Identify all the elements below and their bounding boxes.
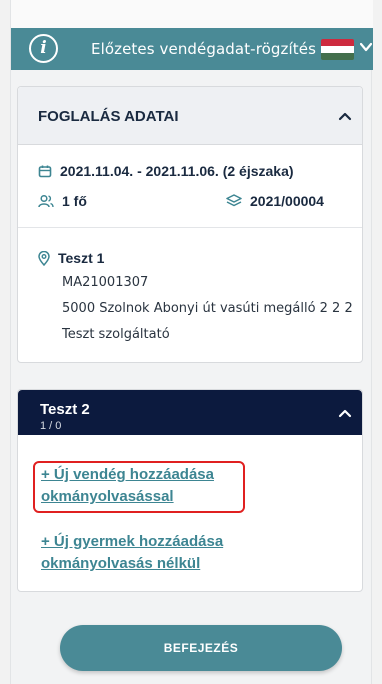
location-pin-icon — [38, 250, 50, 266]
place-address: 5000 Szolnok Abonyi út vasúti megálló 2 … — [62, 301, 353, 316]
add-child-line2: okmányolvasás nélkül — [41, 555, 201, 572]
booking-number-row: 2021/00004 — [226, 193, 324, 209]
booking-dates: 2021.11.04. - 2021.11.06. (2 éjszaka) — [60, 163, 294, 179]
hungarian-flag-icon[interactable] — [321, 39, 354, 60]
place-row: Teszt 1 — [38, 250, 104, 266]
guest-count: 1 fő — [62, 193, 87, 209]
booking-number: 2021/00004 — [250, 193, 324, 209]
info-circle-icon[interactable]: i — [29, 34, 58, 63]
app-header: i Előzetes vendégadat-rögzítés — [11, 28, 373, 70]
room-title: Teszt 2 — [40, 401, 90, 418]
layers-icon — [226, 194, 242, 207]
booking-details-title: FOGLALÁS ADATAI — [38, 108, 179, 125]
add-child-line1: + Új gyermek hozzáadása — [41, 533, 224, 550]
chevron-down-icon[interactable] — [360, 41, 372, 53]
top-strip — [11, 0, 373, 28]
finish-button[interactable]: BEFEJEZÉS — [60, 625, 342, 671]
place-code: MA21001307 — [62, 275, 149, 290]
highlight-box — [33, 461, 245, 513]
guests-row: 1 fő — [38, 193, 87, 209]
chevron-up-icon[interactable] — [338, 408, 352, 418]
place-name: Teszt 1 — [58, 250, 105, 266]
room-header[interactable]: Teszt 2 1 / 0 — [18, 390, 362, 435]
room-guest-count: 1 / 0 — [40, 420, 62, 432]
dates-row: 2021.11.04. - 2021.11.06. (2 éjszaka) — [38, 163, 294, 179]
chevron-up-icon[interactable] — [338, 111, 352, 121]
booking-details-card: FOGLALÁS ADATAI 2021.11.04. - 2021.11.06… — [17, 86, 363, 363]
users-icon — [38, 194, 54, 208]
divider — [18, 227, 362, 228]
booking-details-header[interactable]: FOGLALÁS ADATAI — [18, 87, 362, 145]
header-title: Előzetes vendégadat-rögzítés — [91, 40, 317, 58]
calendar-icon — [38, 165, 52, 178]
add-child-without-scan-link[interactable]: + Új gyermek hozzáadása okmányolvasás né… — [41, 531, 223, 575]
provider-name: Teszt szolgáltató — [62, 327, 170, 342]
